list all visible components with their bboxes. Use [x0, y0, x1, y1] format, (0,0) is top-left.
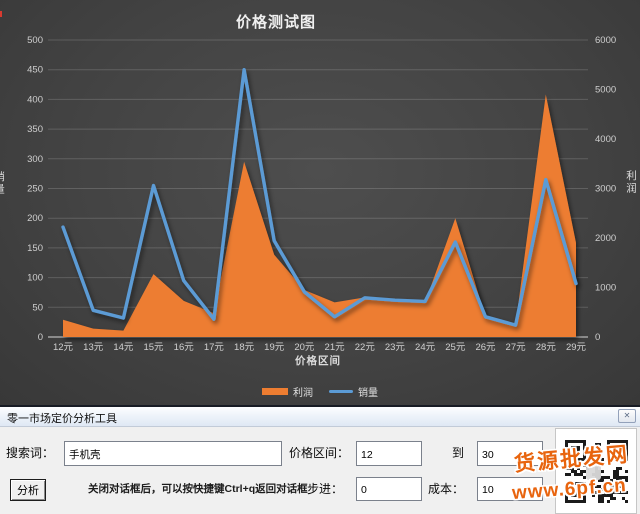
close-icon[interactable]: ✕	[618, 409, 636, 423]
x-axis-tick: 14元	[113, 342, 134, 353]
price-range-label: 价格区间：	[289, 444, 349, 461]
qr-module	[598, 500, 601, 503]
left-axis-title: 销量	[0, 171, 5, 196]
right-axis-tick: 5000	[595, 85, 616, 96]
x-axis-tick: 24元	[415, 342, 436, 353]
chart-title: 价格测试图	[0, 11, 552, 32]
chart-legend: 利润 销量	[0, 384, 640, 399]
left-axis-tick: 100	[27, 273, 43, 284]
to-label: 到	[452, 444, 464, 461]
x-axis-title: 价格区间	[0, 353, 636, 368]
profit-area-series	[63, 95, 576, 338]
qr-module	[625, 500, 628, 503]
qr-module	[565, 440, 568, 443]
right-axis-title: 利润	[625, 170, 637, 195]
x-axis-tick: 26元	[475, 342, 496, 353]
right-axis-tick: 0	[595, 332, 600, 343]
x-axis-tick: 13元	[83, 342, 104, 353]
search-label: 搜索词：	[6, 444, 54, 461]
left-axis-tick: 0	[38, 332, 43, 343]
dialog-titlebar[interactable]: 零一市场定价分析工具 ✕	[0, 407, 640, 427]
dialog-title: 零一市场定价分析工具	[7, 410, 117, 426]
qr-module	[601, 500, 604, 503]
right-axis-tick: 2000	[595, 233, 616, 244]
qr-module	[613, 470, 616, 473]
x-axis-tick: 23元	[385, 342, 406, 353]
sales-line-series	[63, 70, 576, 325]
left-axis-tick: 400	[27, 94, 43, 105]
left-axis-tick: 150	[27, 243, 43, 254]
chart-canvas: 0501001502002503003504004505000100020003…	[0, 0, 640, 405]
legend-item-sales: 销量	[329, 384, 378, 399]
right-axis-tick: 4000	[595, 134, 616, 145]
right-axis-tick: 6000	[595, 35, 616, 46]
x-axis-tick: 19元	[264, 342, 285, 353]
x-axis-tick: 12元	[53, 342, 74, 353]
right-axis-tick: 1000	[595, 283, 616, 294]
qr-module	[580, 473, 583, 476]
left-axis-tick: 250	[27, 184, 43, 195]
x-axis-tick: 15元	[143, 342, 164, 353]
x-axis-tick: 27元	[506, 342, 527, 353]
x-axis-tick: 20元	[294, 342, 315, 353]
profit-area-swatch-icon	[262, 388, 288, 395]
left-axis-tick: 200	[27, 213, 43, 224]
x-axis-tick: 17元	[204, 342, 225, 353]
qr-module	[616, 470, 619, 473]
right-axis-tick: 3000	[595, 184, 616, 195]
cost-label: 成本：	[428, 480, 464, 497]
left-axis-tick: 50	[32, 302, 43, 313]
left-axis-tick: 300	[27, 154, 43, 165]
left-axis-tick: 350	[27, 124, 43, 135]
x-axis-tick: 18元	[234, 342, 255, 353]
x-axis-tick: 21元	[325, 342, 346, 353]
x-axis-tick: 16元	[174, 342, 195, 353]
qr-module	[574, 473, 577, 476]
legend-label: 利润	[293, 384, 313, 399]
sales-line-swatch-icon	[329, 390, 353, 394]
screen-artifact	[0, 11, 2, 17]
search-input[interactable]	[64, 441, 282, 466]
qr-module	[625, 470, 628, 473]
price-from-input[interactable]	[356, 441, 422, 466]
pricing-tool-dialog: 零一市场定价分析工具 ✕ 搜索词： 价格区间： 到 分析 关闭对话框后，可以按快…	[0, 405, 640, 514]
left-axis-tick: 500	[27, 35, 43, 46]
x-axis-tick: 25元	[445, 342, 466, 353]
price-chart-panel: 0501001502002503003504004505000100020003…	[0, 0, 640, 405]
legend-item-profit: 利润	[262, 384, 313, 399]
step-input[interactable]	[356, 477, 422, 501]
step-label: 步进：	[307, 480, 343, 497]
left-axis-tick: 450	[27, 65, 43, 76]
analyze-button[interactable]: 分析	[10, 479, 46, 501]
qr-module	[577, 473, 580, 476]
hint-text: 关闭对话框后，可以按快捷键Ctrl+q返回对话框	[88, 481, 308, 496]
legend-label: 销量	[358, 384, 378, 399]
app-screen: 0501001502002503003504004505000100020003…	[0, 0, 640, 514]
x-axis-tick: 22元	[355, 342, 376, 353]
qr-module	[607, 500, 610, 503]
x-axis-tick: 28元	[536, 342, 557, 353]
x-axis-tick: 29元	[566, 342, 587, 353]
